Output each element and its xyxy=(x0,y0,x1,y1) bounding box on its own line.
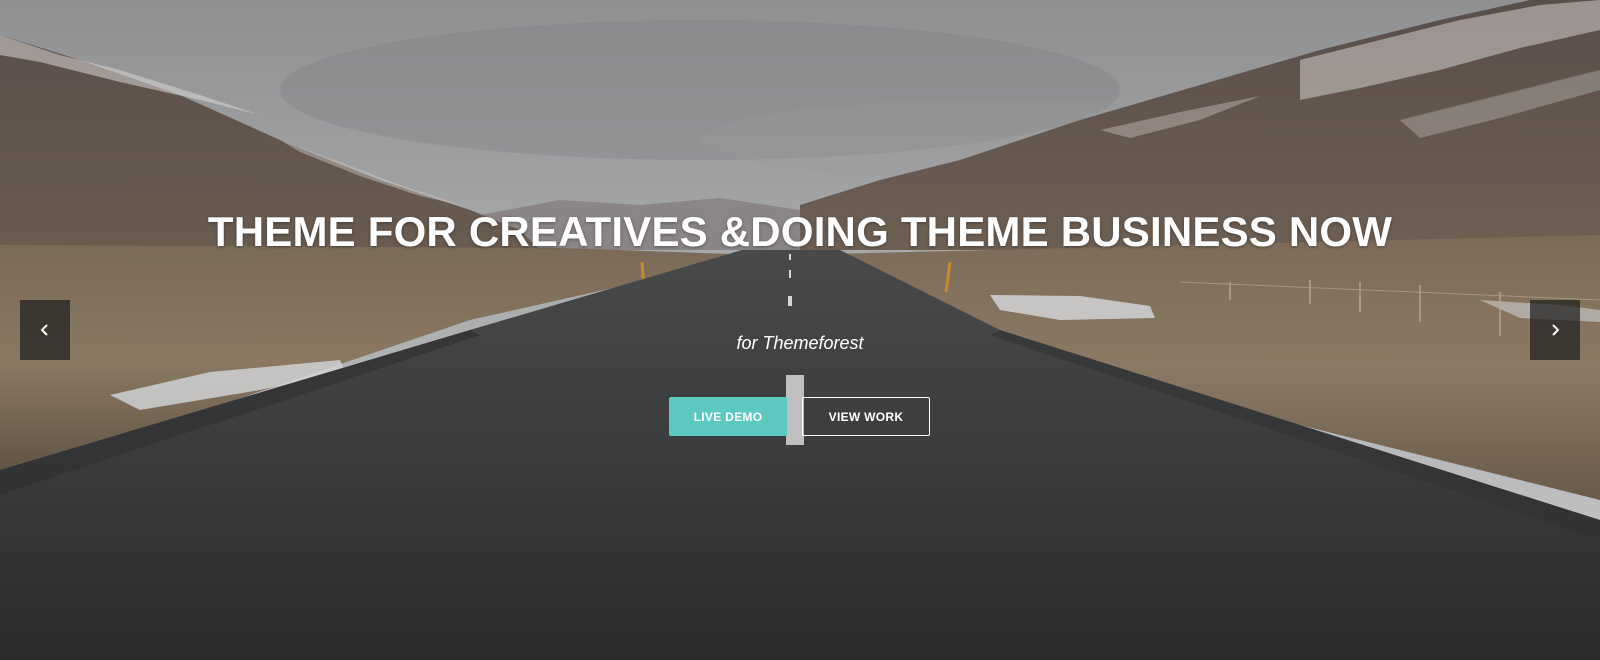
hero-headline: THEME FOR CREATIVES &DOING THEME BUSINES… xyxy=(207,208,1393,255)
slider-next-button[interactable] xyxy=(1530,300,1580,360)
live-demo-button[interactable]: LIVE DEMO xyxy=(669,397,787,436)
hero-slider: THEME FOR CREATIVES &DOING THEME BUSINES… xyxy=(0,0,1600,660)
chevron-right-icon xyxy=(1552,324,1560,336)
slider-prev-button[interactable] xyxy=(20,300,70,360)
view-work-button[interactable]: VIEW WORK xyxy=(802,397,930,436)
chevron-left-icon xyxy=(40,324,48,336)
background-image xyxy=(0,0,1600,660)
hero-subline: for Themeforest xyxy=(736,333,864,353)
